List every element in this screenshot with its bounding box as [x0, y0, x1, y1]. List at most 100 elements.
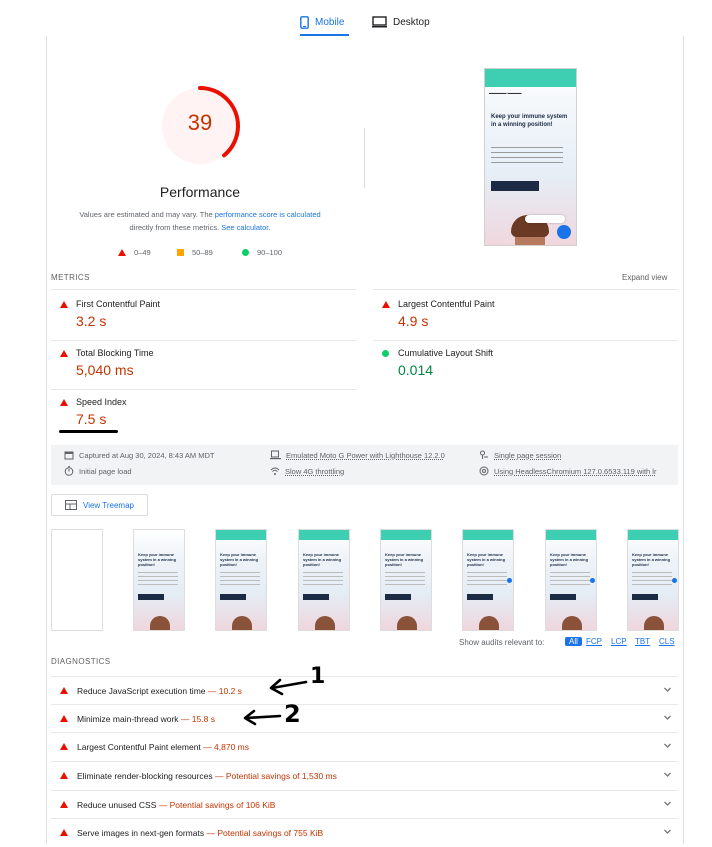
diagnostic-row[interactable]: Serve images in next-gen formats — Poten…	[51, 818, 678, 847]
filmstrip-frame-7: Keep your immune system in a winning pos…	[545, 529, 597, 631]
frame-info-dot	[590, 578, 595, 583]
diagnostic-label: Reduce JavaScript execution time — 10.2 …	[77, 686, 242, 696]
diagnostics-title: DIAGNOSTICS	[51, 657, 111, 666]
filter-chip-fcp[interactable]: FCP	[586, 637, 602, 646]
frame-model-image	[232, 616, 252, 630]
frame-body-lines	[303, 572, 343, 588]
score-note-text: Values are estimated and may vary. The	[79, 210, 215, 219]
frame-cta	[467, 594, 493, 600]
frame-body-lines	[220, 572, 260, 588]
tab-mobile-label: Mobile	[315, 16, 345, 28]
metrics-divider	[373, 289, 678, 290]
metric-tbt-value: 5,040 ms	[76, 362, 134, 378]
frame-cta	[550, 594, 576, 600]
filter-chip-all[interactable]: All	[565, 637, 582, 646]
score-note-line-1: Values are estimated and may vary. The p…	[62, 208, 338, 221]
tab-desktop[interactable]: Desktop	[372, 8, 430, 36]
fail-triangle-icon	[60, 801, 68, 808]
filmstrip-frame-1	[51, 529, 103, 631]
filmstrip-frame-4: Keep your immune system in a winning pos…	[298, 529, 350, 631]
preview-chat-bubble	[525, 215, 565, 223]
tab-desktop-label: Desktop	[393, 16, 430, 28]
mobile-phone-icon	[300, 15, 309, 29]
info-device[interactable]: Emulated Moto G Power with Lighthouse 12…	[270, 450, 445, 460]
treemap-icon	[65, 500, 77, 510]
preview-body-text	[491, 147, 563, 167]
diagnostic-value: Potential savings of 755 KiB	[217, 828, 324, 838]
diagnostic-label: Largest Contentful Paint element — 4,870…	[77, 742, 250, 752]
metric-fcp-value: 3.2 s	[76, 313, 107, 329]
legend-average: 50–89	[177, 248, 213, 257]
metric-lcp-value: 4.9 s	[398, 313, 429, 329]
final-screenshot-preview[interactable]: ▬▬▬▬▬ ▬▬▬▬ Keep your immune system in a …	[484, 68, 577, 246]
frame-hero-text: Keep your immune system in a winning pos…	[385, 552, 424, 567]
info-browser[interactable]: Using HeadlessChromium 127.0.6533.119 wi…	[479, 466, 656, 476]
content-border-right	[683, 36, 684, 844]
frame-hero-text: Keep your immune system in a winning pos…	[550, 552, 589, 567]
filmstrip-frame-6: Keep your immune system in a winning pos…	[462, 529, 514, 631]
frame-promo-bar	[463, 530, 513, 540]
audit-filter-label: Show audits relevant to:	[459, 638, 545, 647]
pass-circle-icon	[242, 249, 249, 256]
frame-model-image	[644, 616, 664, 630]
frame-promo-bar	[628, 530, 678, 540]
diagnostic-title: Largest Contentful Paint element	[77, 742, 201, 752]
diagnostic-value: Potential savings of 106 KiB	[169, 800, 276, 810]
metrics-divider	[51, 289, 356, 290]
chevron-down-icon	[664, 772, 671, 777]
fail-triangle-icon	[60, 772, 68, 779]
metric-fcp-label: First Contentful Paint	[76, 299, 161, 309]
metrics-divider	[51, 340, 356, 341]
frame-model-image	[562, 616, 582, 630]
filmstrip-frame-3: Keep your immune system in a winning pos…	[215, 529, 267, 631]
frame-model-image	[397, 616, 417, 630]
info-session[interactable]: Single page session	[479, 450, 561, 460]
handdrawn-underline-annotation	[59, 430, 118, 433]
diagnostic-title: Reduce JavaScript execution time	[77, 686, 206, 696]
diagnostic-row[interactable]: Reduce JavaScript execution time — 10.2 …	[51, 676, 678, 705]
preview-model-image	[511, 215, 549, 245]
diagnostic-value: 15.8 s	[191, 714, 215, 724]
summary-divider	[364, 128, 365, 188]
fail-triangle-icon	[60, 715, 68, 722]
score-calculated-link[interactable]: performance score is calculated	[215, 210, 321, 219]
filter-chip-tbt[interactable]: TBT	[635, 637, 650, 646]
metric-tbt-label: Total Blocking Time	[76, 348, 154, 358]
chevron-down-icon	[664, 829, 671, 834]
diagnostic-title: Minimize main-thread work	[77, 714, 179, 724]
filter-chip-lcp[interactable]: LCP	[611, 637, 627, 646]
metric-cls-value: 0.014	[398, 362, 434, 378]
info-captured: Captured at Aug 30, 2024, 8:43 AM MDT	[64, 450, 215, 460]
diagnostic-row[interactable]: Eliminate render-blocking resources — Po…	[51, 761, 678, 790]
laptop-icon	[270, 450, 281, 460]
metrics-divider	[51, 389, 356, 390]
pass-circle-icon	[382, 350, 389, 357]
expand-view-toggle[interactable]: Expand view	[622, 273, 667, 282]
info-throttling[interactable]: Slow 4G throttling	[270, 466, 344, 476]
diagnostic-label: Minimize main-thread work — 15.8 s	[77, 714, 215, 724]
info-browser-text: Using HeadlessChromium 127.0.6533.119 wi…	[494, 466, 657, 476]
legend-fail: 0–49	[118, 248, 151, 257]
diagnostic-label: Reduce unused CSS — Potential savings of…	[77, 800, 276, 810]
diagnostic-value: 10.2 s	[218, 686, 242, 696]
filter-chip-cls[interactable]: CLS	[659, 637, 675, 646]
desktop-monitor-icon	[372, 16, 387, 28]
view-treemap-button[interactable]: View Treemap	[51, 494, 148, 516]
score-note-text-2: directly from these metrics.	[129, 223, 222, 232]
frame-body-lines	[632, 572, 672, 588]
metric-si-value: 7.5 s	[76, 411, 107, 427]
diagnostic-row[interactable]: Reduce unused CSS — Potential savings of…	[51, 790, 678, 819]
diagnostic-row[interactable]: Minimize main-thread work — 15.8 s	[51, 704, 678, 733]
see-calculator-link[interactable]: See calculator.	[221, 223, 270, 232]
fail-triangle-icon	[60, 743, 68, 750]
annotation-number-1: 1	[310, 664, 326, 689]
tab-mobile[interactable]: Mobile	[300, 8, 344, 36]
diagnostic-value: Potential savings of 1,530 ms	[225, 771, 337, 781]
chevron-down-icon	[664, 687, 671, 692]
single-session-icon	[480, 450, 488, 459]
frame-body-lines	[550, 572, 590, 588]
frame-cta	[138, 594, 164, 600]
fail-triangle-icon	[60, 350, 68, 357]
diagnostic-row[interactable]: Largest Contentful Paint element — 4,870…	[51, 732, 678, 761]
frame-model-image	[479, 616, 499, 630]
